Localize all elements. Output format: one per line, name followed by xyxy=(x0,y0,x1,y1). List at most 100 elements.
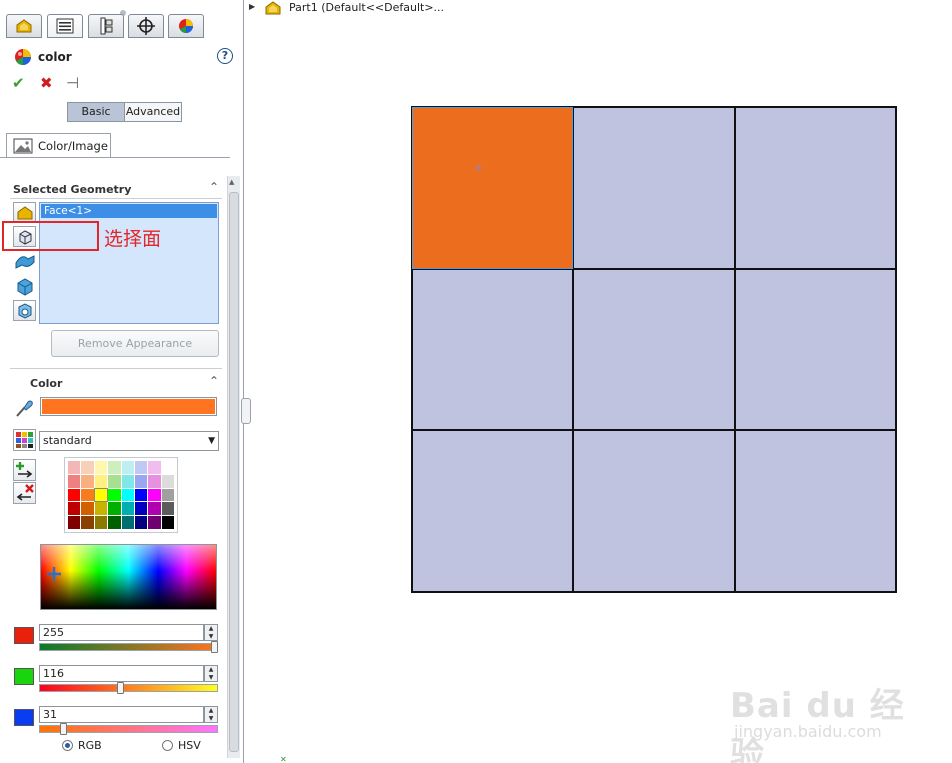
scrollbar-thumb[interactable] xyxy=(229,192,239,752)
remove-appearance-button[interactable]: Remove Appearance xyxy=(51,330,219,357)
color-swatch[interactable] xyxy=(108,516,121,529)
eyedropper-icon[interactable] xyxy=(13,398,35,418)
blue-spinner[interactable]: ▲ ▼ xyxy=(204,706,218,723)
color-swatch[interactable] xyxy=(148,488,161,502)
rgb-radio-label[interactable]: RGB xyxy=(78,739,102,752)
color-swatch[interactable] xyxy=(148,502,161,516)
current-color-swatch[interactable] xyxy=(40,397,217,416)
model-face[interactable] xyxy=(412,430,574,592)
color-swatch[interactable] xyxy=(108,474,121,488)
color-swatch[interactable] xyxy=(161,461,174,474)
color-swatch[interactable] xyxy=(68,516,81,529)
color-swatch[interactable] xyxy=(108,502,121,516)
color-swatch[interactable] xyxy=(148,516,161,529)
model-face[interactable] xyxy=(573,107,735,269)
cancel-icon[interactable]: ✖ xyxy=(40,74,53,92)
red-slider-thumb[interactable] xyxy=(211,641,218,653)
tab-configurationmanager[interactable] xyxy=(88,14,124,38)
model-face[interactable] xyxy=(412,268,574,431)
tab-displaymanager[interactable] xyxy=(168,14,204,38)
color-swatch[interactable] xyxy=(81,474,94,488)
color-swatch[interactable] xyxy=(94,516,108,529)
tab-featuremanager[interactable] xyxy=(6,14,42,38)
help-icon[interactable]: ? xyxy=(217,48,233,64)
add-swatch-button[interactable] xyxy=(13,459,36,481)
divider xyxy=(10,368,222,369)
color-swatch[interactable] xyxy=(94,474,108,488)
color-swatch[interactable] xyxy=(161,474,174,488)
select-surfaces-icon[interactable] xyxy=(13,251,36,272)
hsv-radio-label[interactable]: HSV xyxy=(178,739,201,752)
model-face[interactable] xyxy=(734,268,896,431)
selected-geometry-header[interactable]: Selected Geometry ⌃ xyxy=(10,180,222,198)
color-swatch[interactable] xyxy=(81,516,94,529)
color-swatch[interactable] xyxy=(108,461,121,474)
green-spinner[interactable]: ▲ ▼ xyxy=(204,665,218,682)
blue-value-input[interactable]: 31 xyxy=(39,706,204,723)
tab-dimxpertmanager[interactable] xyxy=(128,14,164,38)
model-face[interactable] xyxy=(734,430,896,592)
color-swatch[interactable] xyxy=(148,461,161,474)
color-swatch[interactable] xyxy=(121,488,134,502)
color-swatch[interactable] xyxy=(161,488,174,502)
red-value-input[interactable]: 255 xyxy=(39,624,204,641)
model-face[interactable] xyxy=(573,268,735,431)
tab-color-image[interactable]: Color/Image xyxy=(6,133,111,157)
red-slider-track[interactable] xyxy=(39,643,218,651)
color-swatch[interactable] xyxy=(94,461,108,474)
collapse-chevron-icon[interactable]: ⌃ xyxy=(209,374,219,388)
color-swatch[interactable] xyxy=(148,474,161,488)
list-item[interactable]: Face<1> xyxy=(41,204,217,218)
ok-icon[interactable]: ✔ xyxy=(12,74,25,92)
color-swatch[interactable] xyxy=(134,516,148,529)
red-spinner[interactable]: ▲ ▼ xyxy=(204,624,218,641)
green-slider-track[interactable] xyxy=(39,684,218,692)
color-swatch[interactable] xyxy=(134,474,148,488)
hsv-radio[interactable] xyxy=(162,740,173,751)
advanced-button[interactable]: Advanced xyxy=(125,103,181,121)
selected-face[interactable]: + xyxy=(412,107,574,269)
selected-geometry-title: Selected Geometry xyxy=(13,183,132,196)
color-swatch[interactable] xyxy=(81,502,94,516)
remove-swatch-button[interactable] xyxy=(13,482,36,504)
panel-splitter-handle[interactable] xyxy=(241,398,251,424)
scroll-up-icon[interactable]: ▲ xyxy=(229,178,234,186)
color-swatch[interactable] xyxy=(68,474,81,488)
pin-icon[interactable]: ⊣ xyxy=(66,74,79,92)
color-swatch[interactable] xyxy=(121,474,134,488)
panel-scrollbar[interactable]: ▲ xyxy=(227,176,240,758)
basic-button[interactable]: Basic xyxy=(68,103,125,121)
palette-icon[interactable] xyxy=(13,429,36,451)
color-swatch[interactable] xyxy=(68,502,81,516)
color-swatch[interactable] xyxy=(161,502,174,516)
collapse-chevron-icon[interactable]: ⌃ xyxy=(209,180,219,194)
color-swatch[interactable] xyxy=(134,502,148,516)
select-features-icon[interactable] xyxy=(13,300,36,321)
color-swatch[interactable] xyxy=(161,516,174,529)
color-swatch[interactable] xyxy=(81,461,94,474)
palette-select[interactable]: standard ▼ xyxy=(39,431,219,451)
color-swatch[interactable] xyxy=(134,488,148,502)
green-value-input[interactable]: 116 xyxy=(39,665,204,682)
tab-propertymanager[interactable] xyxy=(47,14,83,38)
color-swatch[interactable] xyxy=(121,461,134,474)
model-face[interactable] xyxy=(734,107,896,269)
expand-arrow-icon[interactable]: ▶ xyxy=(249,2,255,11)
color-section-header[interactable]: Color ⌃ xyxy=(10,374,222,392)
color-swatch[interactable] xyxy=(134,461,148,474)
color-swatch[interactable] xyxy=(94,502,108,516)
color-spectrum-picker[interactable] xyxy=(40,544,217,610)
color-swatch[interactable] xyxy=(81,488,94,502)
color-swatch[interactable] xyxy=(121,502,134,516)
rgb-radio[interactable] xyxy=(62,740,73,751)
color-swatch[interactable] xyxy=(93,487,109,503)
select-parts-icon[interactable] xyxy=(13,202,36,223)
color-swatch[interactable] xyxy=(121,516,134,529)
blue-slider-thumb[interactable] xyxy=(59,723,67,735)
green-slider-thumb[interactable] xyxy=(117,682,125,694)
select-bodies-icon[interactable] xyxy=(13,276,36,297)
color-swatch[interactable] xyxy=(68,488,81,502)
color-swatch[interactable] xyxy=(108,488,121,502)
color-swatch[interactable] xyxy=(68,461,81,474)
model-face[interactable] xyxy=(573,430,735,592)
